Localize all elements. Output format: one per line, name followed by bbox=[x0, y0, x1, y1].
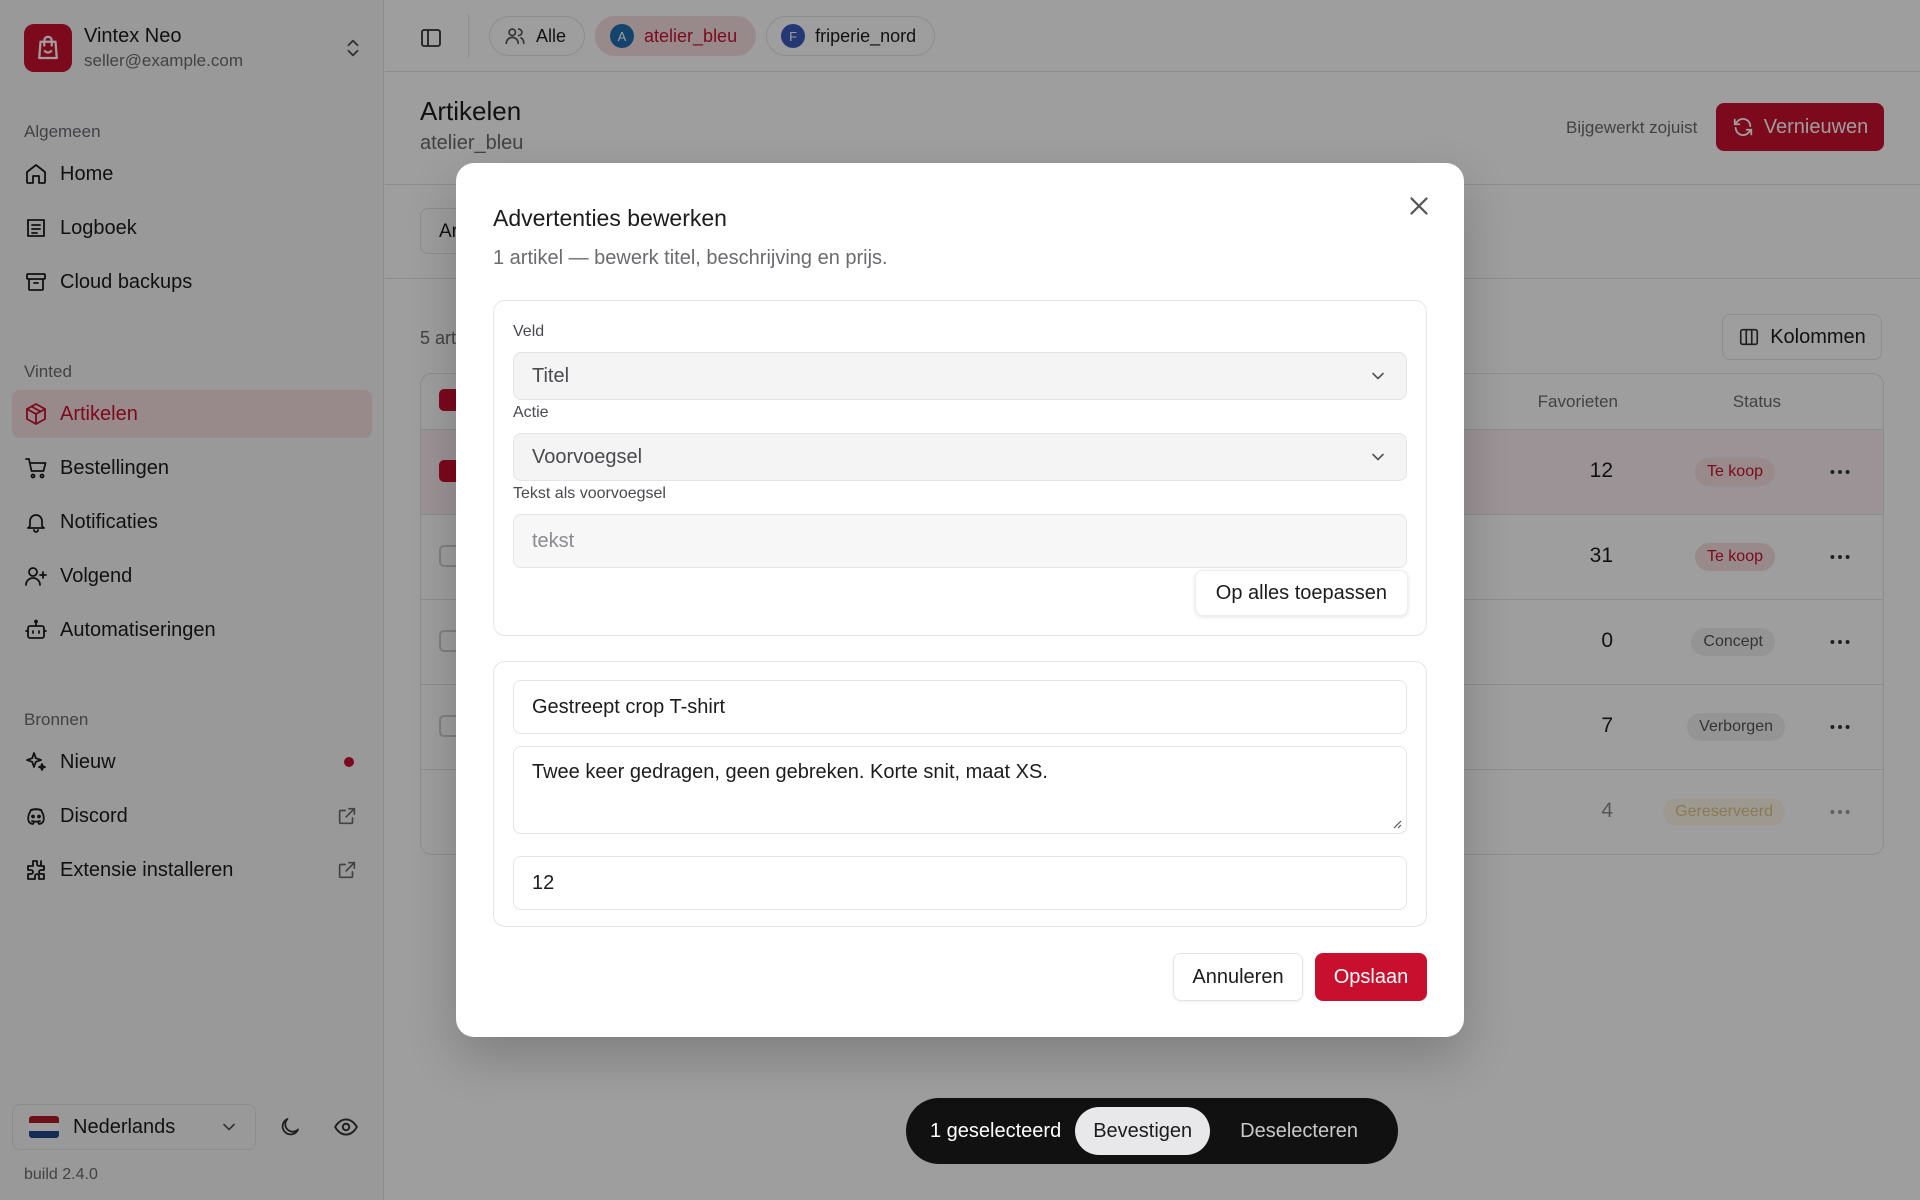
action-select[interactable]: Voorvoegsel bbox=[513, 433, 1407, 481]
cancel-button[interactable]: Annuleren bbox=[1173, 953, 1303, 1001]
bulk-edit-panel: Veld Titel Actie Voorvoegsel Tekst als v… bbox=[493, 300, 1427, 636]
chevron-down-icon bbox=[1372, 372, 1384, 380]
field-select-value: Titel bbox=[532, 364, 570, 387]
prefix-text-label: Tekst als voorvoegsel bbox=[513, 485, 666, 502]
listing-description-textarea[interactable]: Twee keer gedragen, geen gebreken. Korte… bbox=[513, 746, 1407, 834]
dialog-title: Advertenties bewerken bbox=[493, 205, 727, 231]
field-label: Veld bbox=[513, 323, 545, 340]
close-icon[interactable] bbox=[1404, 191, 1434, 221]
deselect-button[interactable]: Deselecteren bbox=[1228, 1120, 1370, 1143]
selection-count: 1 geselecteerd bbox=[930, 1119, 1062, 1142]
listing-title-input[interactable]: Gestreept crop T-shirt bbox=[513, 680, 1407, 734]
listing-description-text: Twee keer gedragen, geen gebreken. Korte… bbox=[532, 761, 1048, 783]
dialog-description: 1 artikel — bewerk titel, beschrijving e… bbox=[493, 247, 888, 269]
edit-listings-dialog: Advertenties bewerken 1 artikel — bewerk… bbox=[456, 163, 1464, 1037]
resize-handle-icon[interactable] bbox=[1390, 817, 1402, 829]
apply-to-all-button[interactable]: Op alles toepassen bbox=[1194, 570, 1408, 616]
chevron-down-icon bbox=[1372, 453, 1384, 461]
action-label: Actie bbox=[513, 404, 549, 421]
listing-edit-panel: Gestreept crop T-shirt Twee keer gedrage… bbox=[493, 661, 1427, 927]
action-select-value: Voorvoegsel bbox=[532, 445, 643, 468]
save-button[interactable]: Opslaan bbox=[1315, 953, 1427, 1001]
field-select[interactable]: Titel bbox=[513, 352, 1407, 400]
bulk-action-bar: 1 geselecteerd Bevestigen Deselecteren bbox=[906, 1098, 1398, 1164]
confirm-button[interactable]: Bevestigen bbox=[1075, 1107, 1211, 1155]
prefix-text-input[interactable]: tekst bbox=[513, 514, 1407, 568]
listing-price-input[interactable]: 12 bbox=[513, 856, 1407, 910]
